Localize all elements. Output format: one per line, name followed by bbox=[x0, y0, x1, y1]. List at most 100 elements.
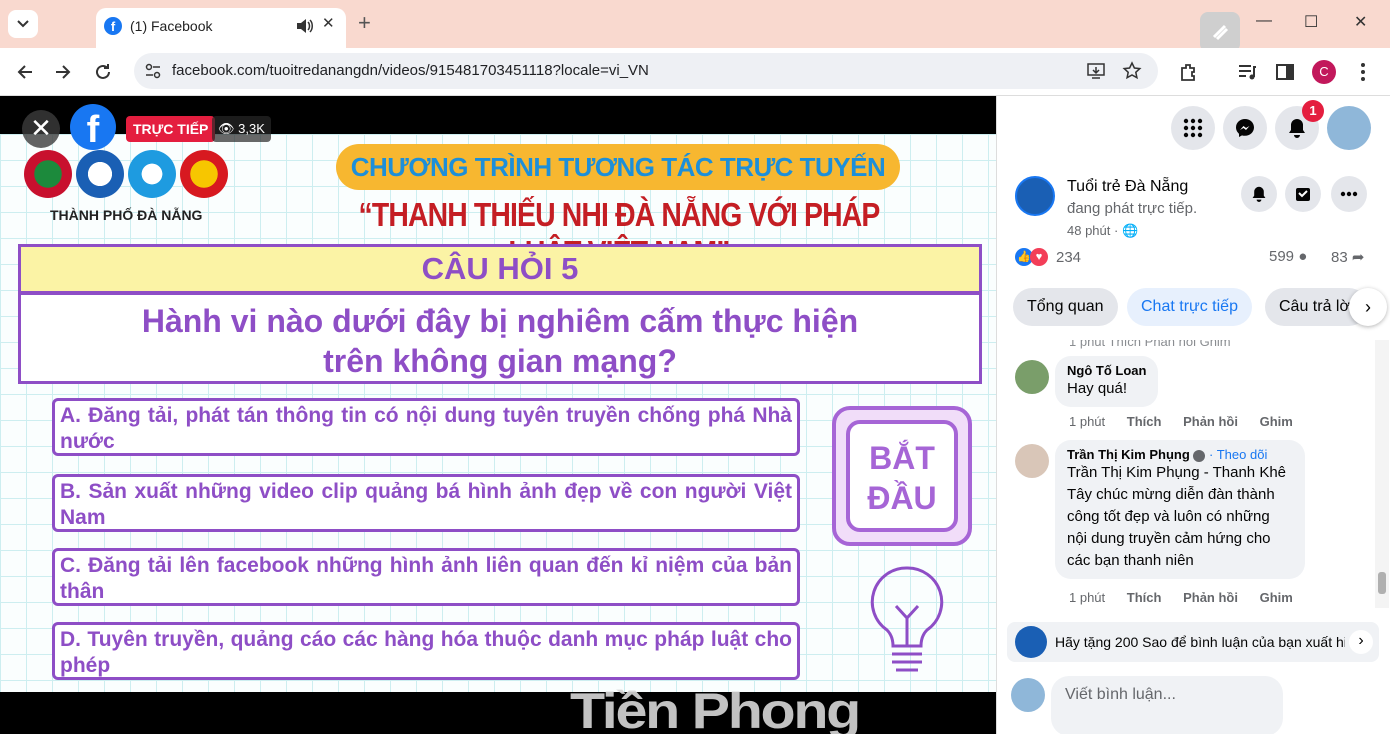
maximize-icon[interactable]: ☐ bbox=[1304, 12, 1318, 32]
avatar[interactable] bbox=[1015, 360, 1049, 394]
comment-author: Trần Thị Kim Phụng · Theo dõi bbox=[1067, 447, 1268, 462]
pioneer-logo bbox=[180, 150, 228, 198]
globe-icon: 🌐 bbox=[1121, 223, 1139, 238]
video-player[interactable]: THÀNH PHỐ ĐÀ NẴNG CHƯƠNG TRÌNH TƯƠNG TÁC… bbox=[0, 96, 996, 734]
notify-button[interactable] bbox=[1241, 176, 1277, 212]
student-association-logo bbox=[128, 150, 176, 198]
comment-input[interactable]: Viết bình luận... bbox=[1051, 676, 1283, 734]
watermark: Tiền Phong bbox=[570, 683, 861, 734]
save-button[interactable] bbox=[1285, 176, 1321, 212]
media-controls-icon[interactable] bbox=[1236, 61, 1258, 83]
page-avatar[interactable] bbox=[1015, 176, 1055, 216]
live-badge: TRỰC TIẾP bbox=[126, 116, 216, 142]
reply-link[interactable]: Phản hồi bbox=[1183, 590, 1238, 605]
menu-grid-button[interactable] bbox=[1171, 106, 1215, 150]
love-reaction-icon: ♥ bbox=[1030, 248, 1048, 266]
avatar[interactable] bbox=[1015, 444, 1049, 478]
comment-meta: 1 phút Thích Phản hồi Ghim bbox=[1069, 590, 1293, 605]
menu-kebab-icon[interactable] bbox=[1352, 61, 1374, 83]
avatar bbox=[1011, 678, 1045, 712]
reload-icon[interactable] bbox=[92, 61, 114, 83]
tab-search-button[interactable] bbox=[8, 10, 38, 38]
install-app-icon[interactable] bbox=[1086, 61, 1106, 81]
comments-panel: Tuổi trẻ Đà Nẵng đang phát trực tiếp. 48… bbox=[996, 96, 1390, 734]
url-text: facebook.com/tuoitredanangdn/videos/9154… bbox=[172, 62, 649, 79]
minimize-icon[interactable]: — bbox=[1256, 12, 1272, 30]
panel-tabs: Tổng quan Chat trực tiếp Câu trả lời bbox=[1013, 288, 1390, 328]
tab-overview[interactable]: Tổng quan bbox=[1013, 288, 1118, 326]
tab-bar: f (1) Facebook ✕ + — ☐ ✕ bbox=[0, 0, 1390, 52]
program-banner: CHƯƠNG TRÌNH TƯƠNG TÁC TRỰC TUYẾN bbox=[336, 144, 900, 190]
close-video-icon[interactable]: ✕ bbox=[22, 110, 60, 148]
viewer-count: 👁 3,3K bbox=[212, 116, 271, 142]
comment-meta: 1 phút Thích Phản hồi Ghim bbox=[1069, 414, 1293, 429]
youth-union-logo bbox=[24, 150, 72, 198]
notification-badge: 1 bbox=[1302, 100, 1324, 122]
back-icon[interactable] bbox=[14, 61, 36, 83]
start-badge: BẮT ĐẦU bbox=[832, 406, 972, 546]
chat-scrollbar[interactable] bbox=[1375, 340, 1389, 608]
tab-title: (1) Facebook bbox=[130, 18, 213, 34]
pin-link[interactable]: Ghim bbox=[1260, 414, 1293, 429]
side-panel-icon[interactable] bbox=[1274, 61, 1296, 83]
comment-bubble: Ngô Tố Loan Hay quá! bbox=[1055, 356, 1159, 407]
share-count[interactable]: 83 ➦ bbox=[1331, 248, 1364, 266]
bookmark-star-icon[interactable] bbox=[1122, 61, 1142, 81]
account-avatar[interactable] bbox=[1327, 106, 1371, 150]
window-close-icon[interactable]: ✕ bbox=[1354, 12, 1367, 32]
chevron-down-icon bbox=[17, 20, 29, 28]
comment-bubble: Trần Thị Kim Phụng · Theo dõi Trần Thị K… bbox=[1055, 440, 1305, 579]
browser-tab[interactable]: f (1) Facebook ✕ bbox=[96, 8, 346, 48]
reaction-summary[interactable]: 👍 ♥ 234 bbox=[1015, 248, 1081, 266]
answer-d: D. Tuyên truyền, quảng cáo các hàng hóa … bbox=[52, 622, 800, 680]
browser-toolbar: facebook.com/tuoitredanangdn/videos/9154… bbox=[0, 48, 1390, 96]
more-options-button[interactable] bbox=[1331, 176, 1367, 212]
pin-link[interactable]: Ghim bbox=[1260, 590, 1293, 605]
speaker-icon[interactable] bbox=[294, 16, 314, 36]
answer-a: A. Đăng tải, phát tán thông tin có nội d… bbox=[52, 398, 800, 456]
comment-author[interactable]: Ngô Tố Loan bbox=[1067, 363, 1146, 378]
question-title: CÂU HỎI 5 bbox=[18, 244, 982, 294]
comment-text: Hay quá! bbox=[1067, 380, 1128, 397]
like-link[interactable]: Thích bbox=[1127, 414, 1162, 429]
new-tab-icon[interactable]: + bbox=[358, 10, 371, 36]
comment-count[interactable]: 599 ● bbox=[1269, 248, 1307, 265]
like-link[interactable]: Thích bbox=[1127, 590, 1162, 605]
forward-icon[interactable] bbox=[52, 61, 74, 83]
chevron-right-icon[interactable]: › bbox=[1349, 288, 1387, 326]
extension-icon[interactable] bbox=[1200, 12, 1240, 52]
browser-profile-avatar[interactable]: C bbox=[1312, 60, 1336, 84]
reply-link[interactable]: Phản hồi bbox=[1183, 414, 1238, 429]
messenger-icon bbox=[1236, 119, 1254, 137]
page-status: đang phát trực tiếp. bbox=[1067, 200, 1198, 217]
tab-live-chat[interactable]: Chat trực tiếp bbox=[1127, 288, 1252, 326]
stars-prompt[interactable]: Hãy tặng 200 Sao để bình luận của bạn xu… bbox=[1007, 622, 1379, 662]
lightbulb-icon bbox=[870, 566, 944, 672]
comment-icon: ● bbox=[1298, 248, 1308, 265]
post-time: 48 phút · 🌐 bbox=[1067, 223, 1139, 238]
scrollbar-thumb[interactable] bbox=[1378, 572, 1386, 594]
extensions-puzzle-icon[interactable] bbox=[1178, 61, 1200, 83]
bell-icon bbox=[1289, 119, 1305, 138]
page-avatar bbox=[1015, 626, 1047, 658]
comment-text: Trần Thị Kim Phụng - Thanh Khê Tây chúc … bbox=[1067, 464, 1287, 569]
youth-association-logo bbox=[76, 150, 124, 198]
messenger-button[interactable] bbox=[1223, 106, 1267, 150]
follow-link[interactable]: · Theo dõi bbox=[1209, 447, 1267, 462]
stars-prompt-text: Hãy tặng 200 Sao để bình luận của bạn xu… bbox=[1055, 634, 1345, 650]
site-settings-icon[interactable] bbox=[144, 62, 162, 80]
tab-close-icon[interactable]: ✕ bbox=[322, 14, 335, 32]
browser-window: f (1) Facebook ✕ + — ☐ ✕ facebook.com/tu… bbox=[0, 0, 1390, 734]
address-bar[interactable]: facebook.com/tuoitredanangdn/videos/9154… bbox=[134, 53, 1158, 89]
eye-icon: 👁 bbox=[218, 121, 239, 136]
quiz-slide: THÀNH PHỐ ĐÀ NẴNG CHƯƠNG TRÌNH TƯƠNG TÁC… bbox=[0, 134, 996, 692]
city-label: THÀNH PHỐ ĐÀ NẴNG bbox=[50, 207, 203, 223]
live-chat-list: 1 phút Thích Phản hồi Ghim Ngô Tố Loan H… bbox=[997, 340, 1375, 608]
share-icon: ➦ bbox=[1351, 249, 1365, 266]
grid-icon bbox=[1183, 118, 1203, 138]
facebook-logo-icon[interactable]: f bbox=[70, 104, 116, 151]
answer-c: C. Đăng tải lên facebook những hình ảnh … bbox=[52, 548, 800, 606]
previous-comment-meta: 1 phút Thích Phản hồi Ghim bbox=[1069, 340, 1231, 349]
chevron-right-icon[interactable]: › bbox=[1349, 630, 1373, 654]
page-name[interactable]: Tuổi trẻ Đà Nẵng bbox=[1067, 178, 1188, 196]
